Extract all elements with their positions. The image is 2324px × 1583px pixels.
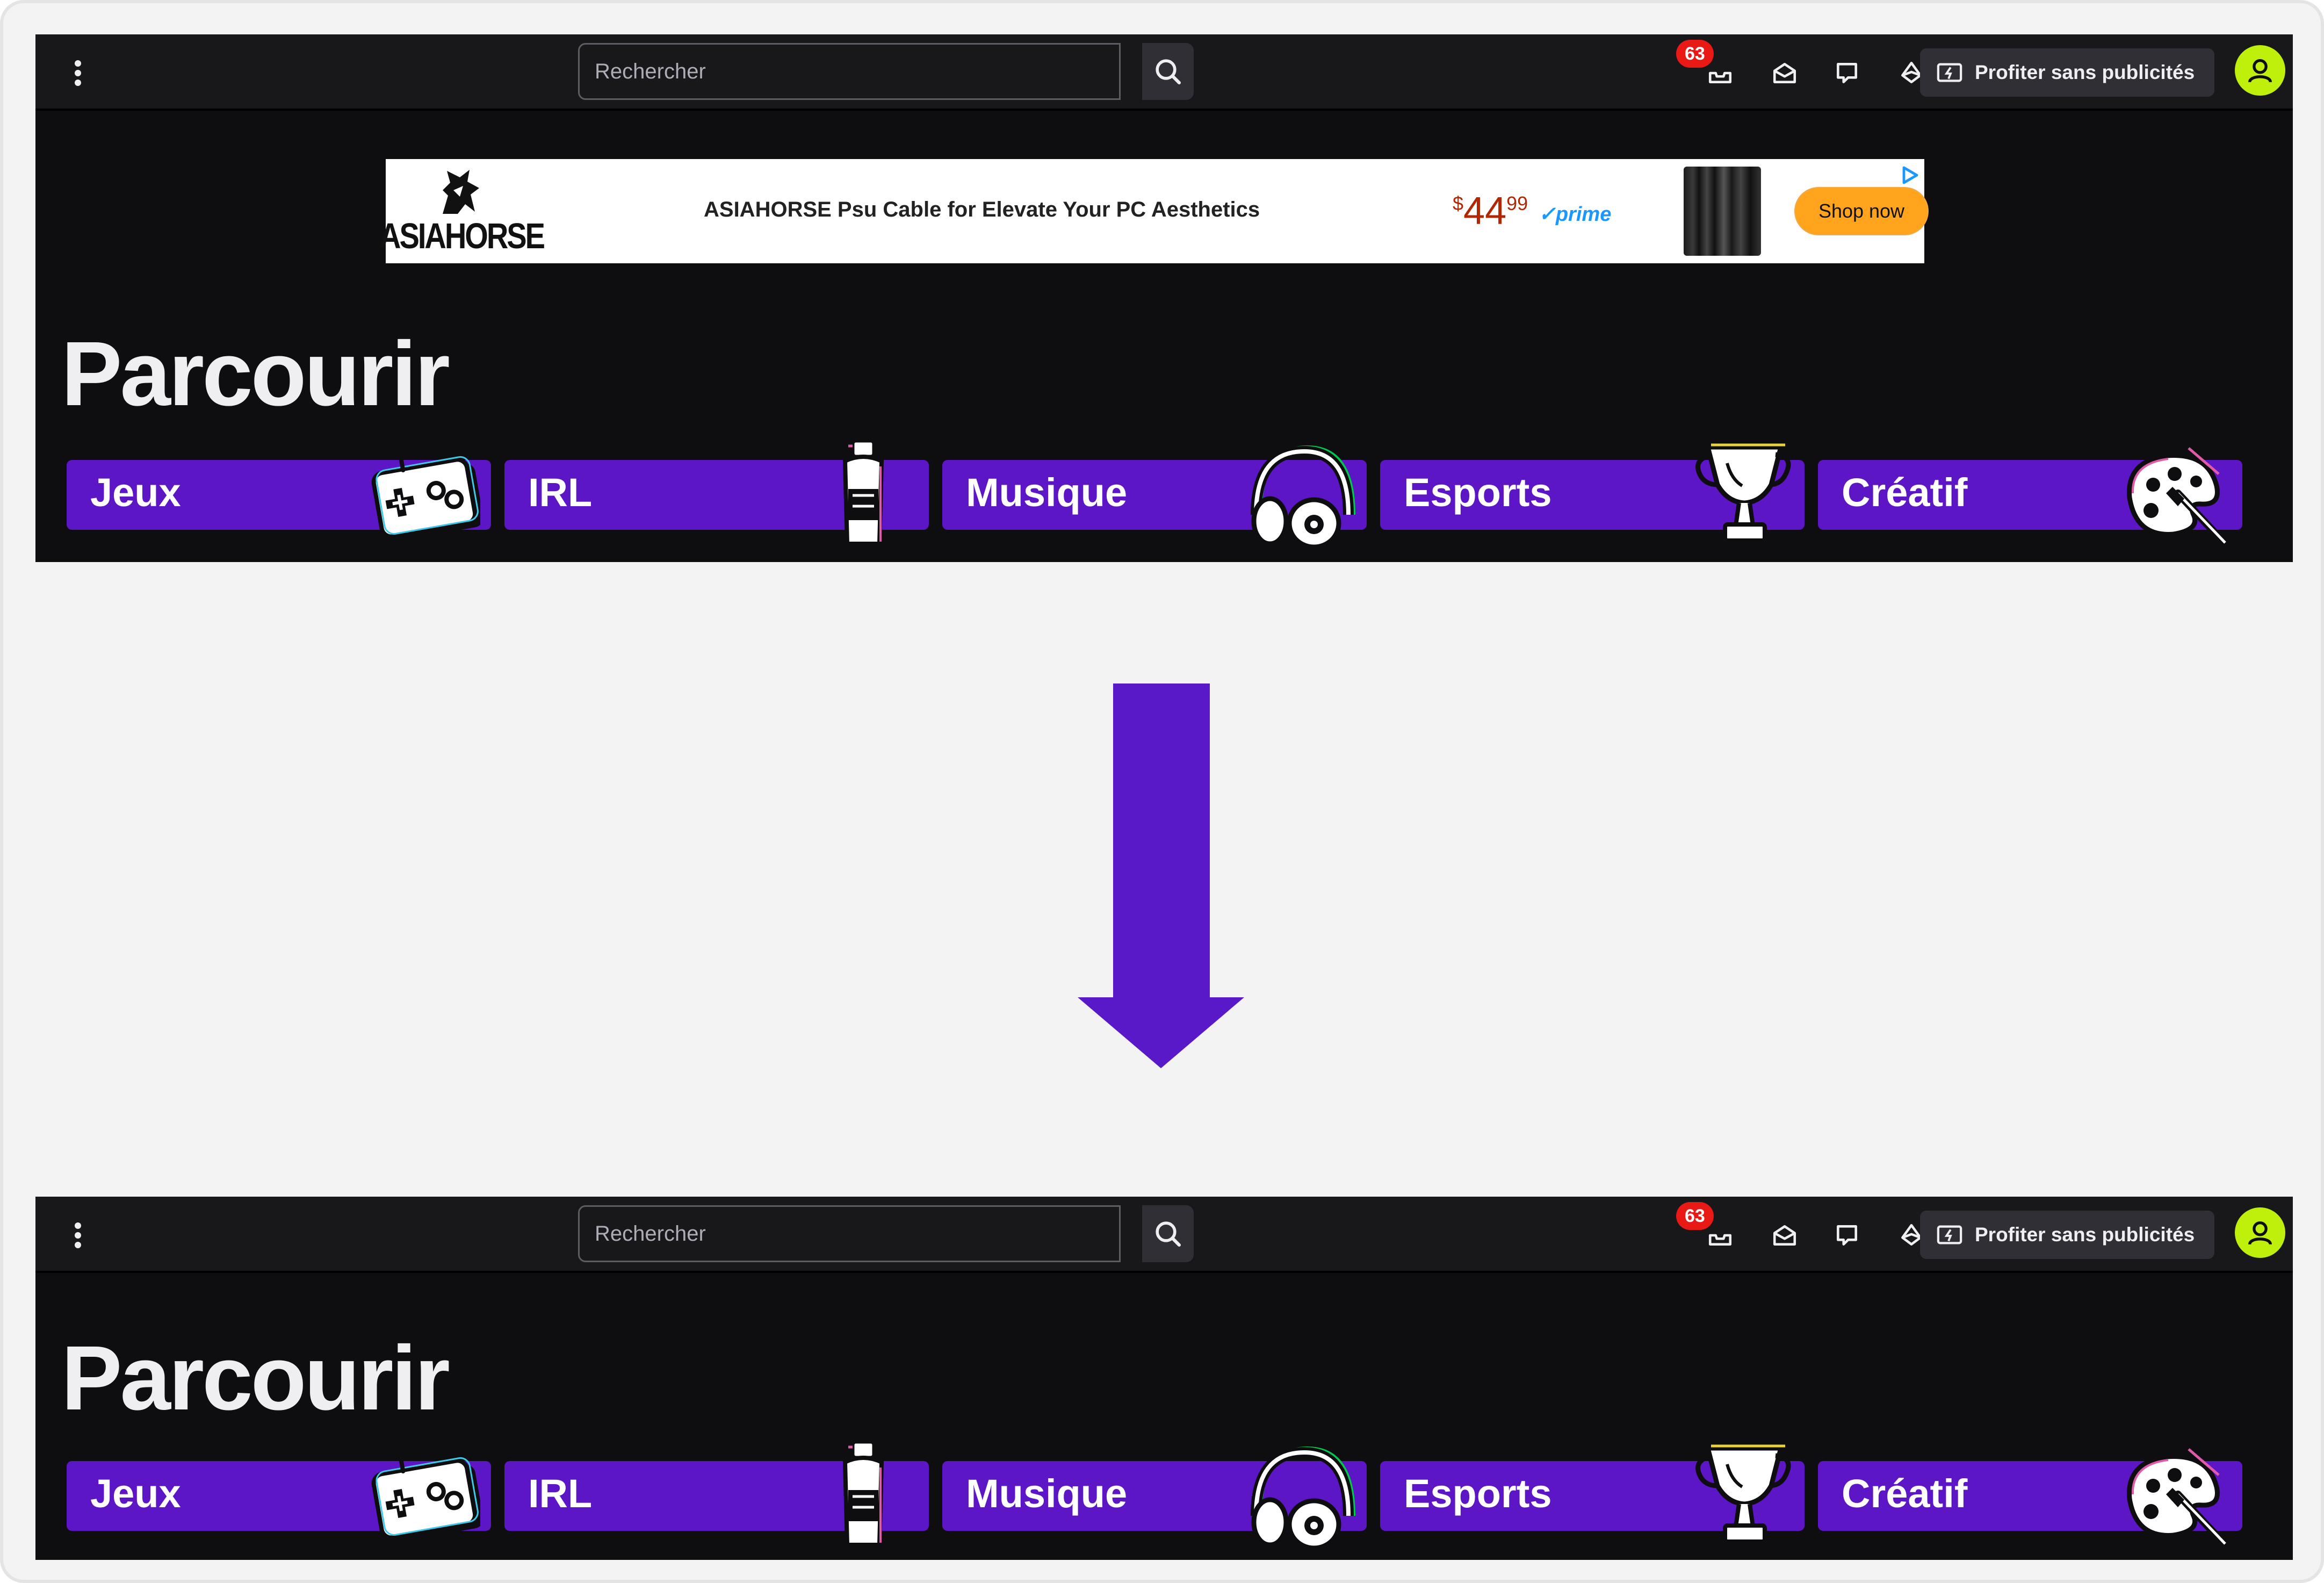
arrow-down-icon [1078, 683, 1244, 1068]
ad-free-icon [1937, 63, 1962, 82]
ad-free-label: Profiter sans publicités [1975, 1224, 2195, 1246]
user-icon [2248, 59, 2272, 83]
category-tile-musique[interactable]: Musique [942, 1446, 1367, 1548]
category-tile-jeux[interactable]: Jeux [67, 1448, 491, 1542]
spray-can-icon [842, 1441, 884, 1547]
category-tile-creatif[interactable]: Créatif [1818, 1448, 2242, 1548]
user-avatar[interactable] [2235, 1207, 2285, 1258]
ad-brand-logo: ASIAHORSE [379, 167, 545, 258]
ad-price-currency: $ [1453, 192, 1464, 214]
whispers-icon[interactable] [1827, 1215, 1867, 1256]
ad-free-label: Profiter sans publicités [1975, 61, 2195, 83]
headphones-icon [1251, 445, 1355, 547]
palette-icon [2127, 1448, 2230, 1548]
twitch-browse-before: 63 Profiter sans publicités [35, 34, 2293, 562]
category-tile-creatif[interactable]: Créatif [1818, 447, 2242, 547]
category-tiles: Jeux IRL Musique Esports Créatif [67, 440, 2275, 547]
search-icon [1156, 1221, 1181, 1247]
category-tile-jeux[interactable]: Jeux [67, 447, 491, 541]
ad-banner[interactable]: ASIAHORSE ASIAHORSE Psu Cable for Elevat… [379, 159, 1928, 263]
ad-free-button[interactable]: Profiter sans publicités [1920, 48, 2214, 97]
mail-icon[interactable] [1764, 53, 1805, 93]
category-label: Créatif [1842, 470, 1968, 515]
category-label: IRL [528, 470, 593, 515]
category-label: Jeux [90, 1471, 181, 1516]
category-label: Musique [966, 1471, 1128, 1516]
category-label: IRL [528, 1471, 593, 1516]
ad-price: $ 44 99 [1453, 189, 1528, 233]
ad-shop-now-button[interactable]: Shop now [1795, 188, 1928, 234]
ad-brand-text: ASIAHORSE [379, 215, 545, 256]
mail-icon[interactable] [1764, 1215, 1805, 1256]
more-menu-icon[interactable] [70, 57, 86, 89]
ad-price-whole: 44 [1463, 190, 1507, 233]
ad-prime-label: ✓prime [1539, 203, 1612, 226]
search-button[interactable] [1142, 1205, 1194, 1262]
search-box [578, 1205, 1121, 1262]
page-title: Parcourir [61, 323, 450, 425]
user-icon [2248, 1221, 2272, 1245]
notification-badge: 63 [1676, 40, 1714, 68]
category-tile-esports[interactable]: Esports [1380, 443, 1805, 543]
top-nav: 63 Profiter sans publicités [35, 34, 2293, 111]
user-avatar[interactable] [2235, 45, 2285, 96]
twitch-browse-after: 63 Profiter sans publicités Parcourir Je… [35, 1197, 2293, 1560]
headphones-icon [1251, 1446, 1355, 1548]
ad-free-icon [1937, 1225, 1962, 1244]
ad-product-image[interactable] [1684, 167, 1761, 256]
gamepad-icon [371, 1448, 480, 1542]
search-icon [1156, 59, 1181, 85]
category-label: Musique [966, 470, 1128, 515]
whispers-icon[interactable] [1827, 53, 1867, 93]
category-label: Jeux [90, 470, 181, 515]
top-nav: 63 Profiter sans publicités [35, 1197, 2293, 1273]
ad-price-cents: 99 [1506, 192, 1528, 214]
horse-logo-icon [443, 170, 479, 214]
spray-can-icon [842, 440, 884, 546]
search-box [578, 43, 1121, 100]
category-label: Créatif [1842, 1471, 1968, 1516]
category-tile-esports[interactable]: Esports [1380, 1444, 1805, 1544]
search-input[interactable] [580, 1207, 1119, 1261]
category-label: Esports [1404, 470, 1552, 515]
ad-title[interactable]: ASIAHORSE Psu Cable for Elevate Your PC … [704, 198, 1260, 222]
adchoices-icon[interactable] [1900, 164, 1921, 186]
palette-icon [2127, 447, 2230, 547]
category-label: Esports [1404, 1471, 1552, 1516]
ad-free-button[interactable]: Profiter sans publicités [1920, 1211, 2214, 1259]
trophy-icon [1695, 1444, 1791, 1544]
category-tiles: Jeux IRL Musique Esports Créatif [67, 1441, 2275, 1548]
more-menu-icon[interactable] [70, 1219, 86, 1251]
category-tile-irl[interactable]: IRL [504, 1441, 929, 1547]
gamepad-icon [371, 447, 480, 541]
search-button[interactable] [1142, 43, 1194, 100]
trophy-icon [1695, 443, 1791, 543]
notification-badge: 63 [1676, 1202, 1714, 1230]
search-input[interactable] [580, 45, 1119, 98]
category-tile-musique[interactable]: Musique [942, 445, 1367, 547]
comparison-canvas: 63 Profiter sans publicités [0, 0, 2324, 1583]
category-tile-irl[interactable]: IRL [504, 440, 929, 546]
page-title: Parcourir [61, 1327, 450, 1429]
